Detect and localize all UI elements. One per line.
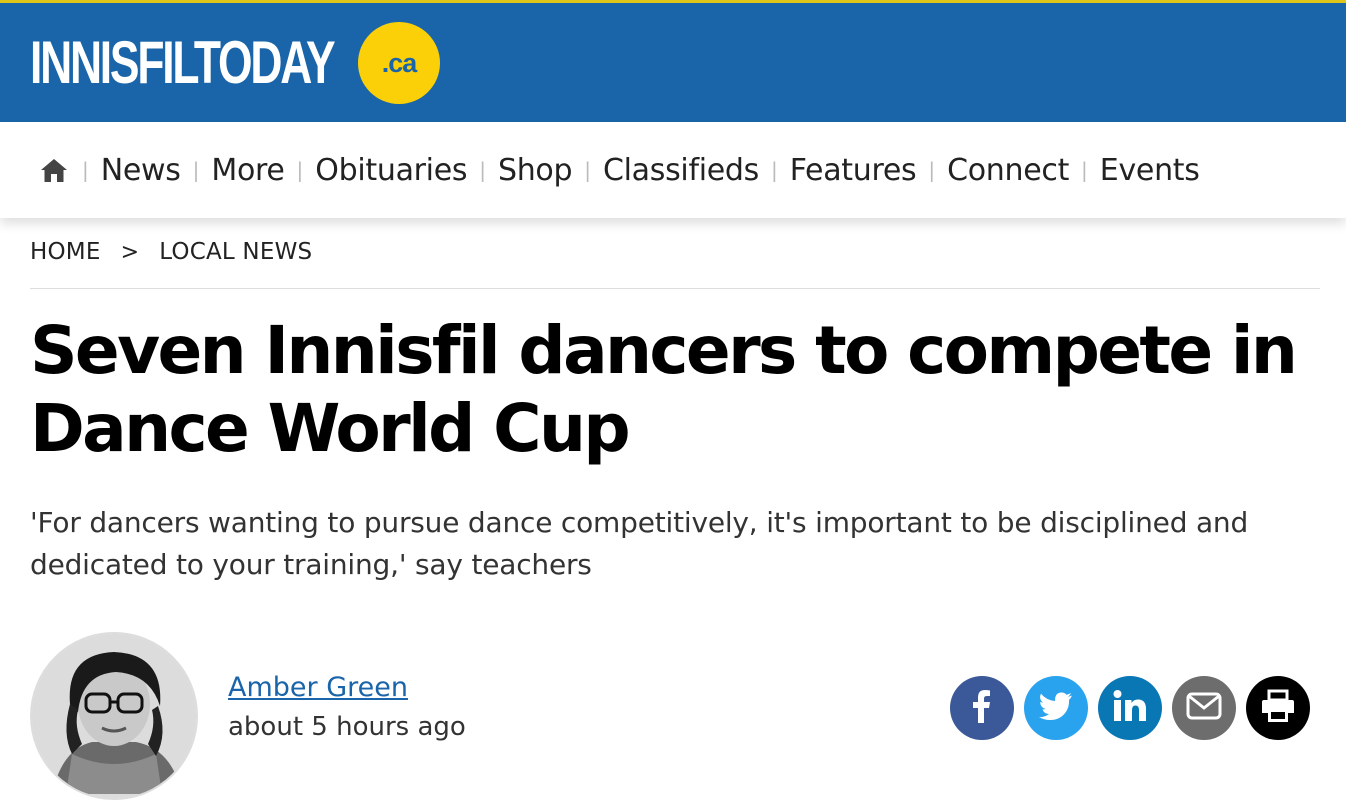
breadcrumb-separator: > (120, 239, 140, 265)
facebook-share-button[interactable] (950, 676, 1014, 740)
twitter-share-button[interactable] (1024, 676, 1088, 740)
nav-item-more[interactable]: More (211, 153, 284, 188)
nav-item-features[interactable]: Features (790, 153, 917, 188)
nav-separator: | (1081, 158, 1088, 182)
breadcrumb: HOME > LOCAL NEWS (30, 236, 312, 268)
print-button[interactable] (1246, 676, 1310, 740)
nav-separator: | (928, 158, 936, 182)
site-logo[interactable]: INNISFILTODAY (30, 30, 336, 96)
email-icon (1186, 692, 1222, 724)
nav-item-news[interactable]: News (101, 153, 181, 188)
print-icon (1260, 689, 1296, 727)
nav-item-obituaries[interactable]: Obituaries (315, 153, 467, 188)
linkedin-icon (1113, 690, 1147, 726)
site-header: INNISFILTODAY .ca (0, 0, 1346, 122)
nav-separator: | (479, 158, 486, 182)
nav-separator: | (192, 158, 200, 182)
nav-separator: | (82, 158, 89, 182)
nav-item-shop[interactable]: Shop (498, 153, 573, 188)
nav-separator: | (296, 158, 304, 182)
breadcrumb-home[interactable]: HOME (30, 239, 101, 265)
facebook-icon (967, 689, 997, 727)
home-icon[interactable] (40, 155, 70, 185)
email-share-button[interactable] (1172, 676, 1236, 740)
nav-separator: | (584, 158, 591, 182)
site-logo-badge[interactable]: .ca (358, 22, 440, 104)
linkedin-share-button[interactable] (1098, 676, 1162, 740)
main-nav: | News | More | Obituaries | Shop | Clas… (0, 122, 1346, 218)
nav-item-events[interactable]: Events (1100, 153, 1200, 188)
divider (30, 288, 1320, 289)
breadcrumb-section[interactable]: LOCAL NEWS (159, 239, 312, 265)
nav-separator: | (770, 158, 778, 182)
nav-item-connect[interactable]: Connect (947, 153, 1069, 188)
article-headline: Seven Innisfil dancers to compete in Dan… (30, 312, 1298, 467)
author-avatar[interactable] (30, 632, 198, 800)
article-timestamp: about 5 hours ago (228, 712, 466, 742)
twitter-icon (1039, 692, 1073, 724)
nav-item-classifieds[interactable]: Classifieds (603, 153, 759, 188)
article-subhead: 'For dancers wanting to pursue dance com… (30, 506, 1249, 581)
author-name-link[interactable]: Amber Green (228, 672, 408, 703)
